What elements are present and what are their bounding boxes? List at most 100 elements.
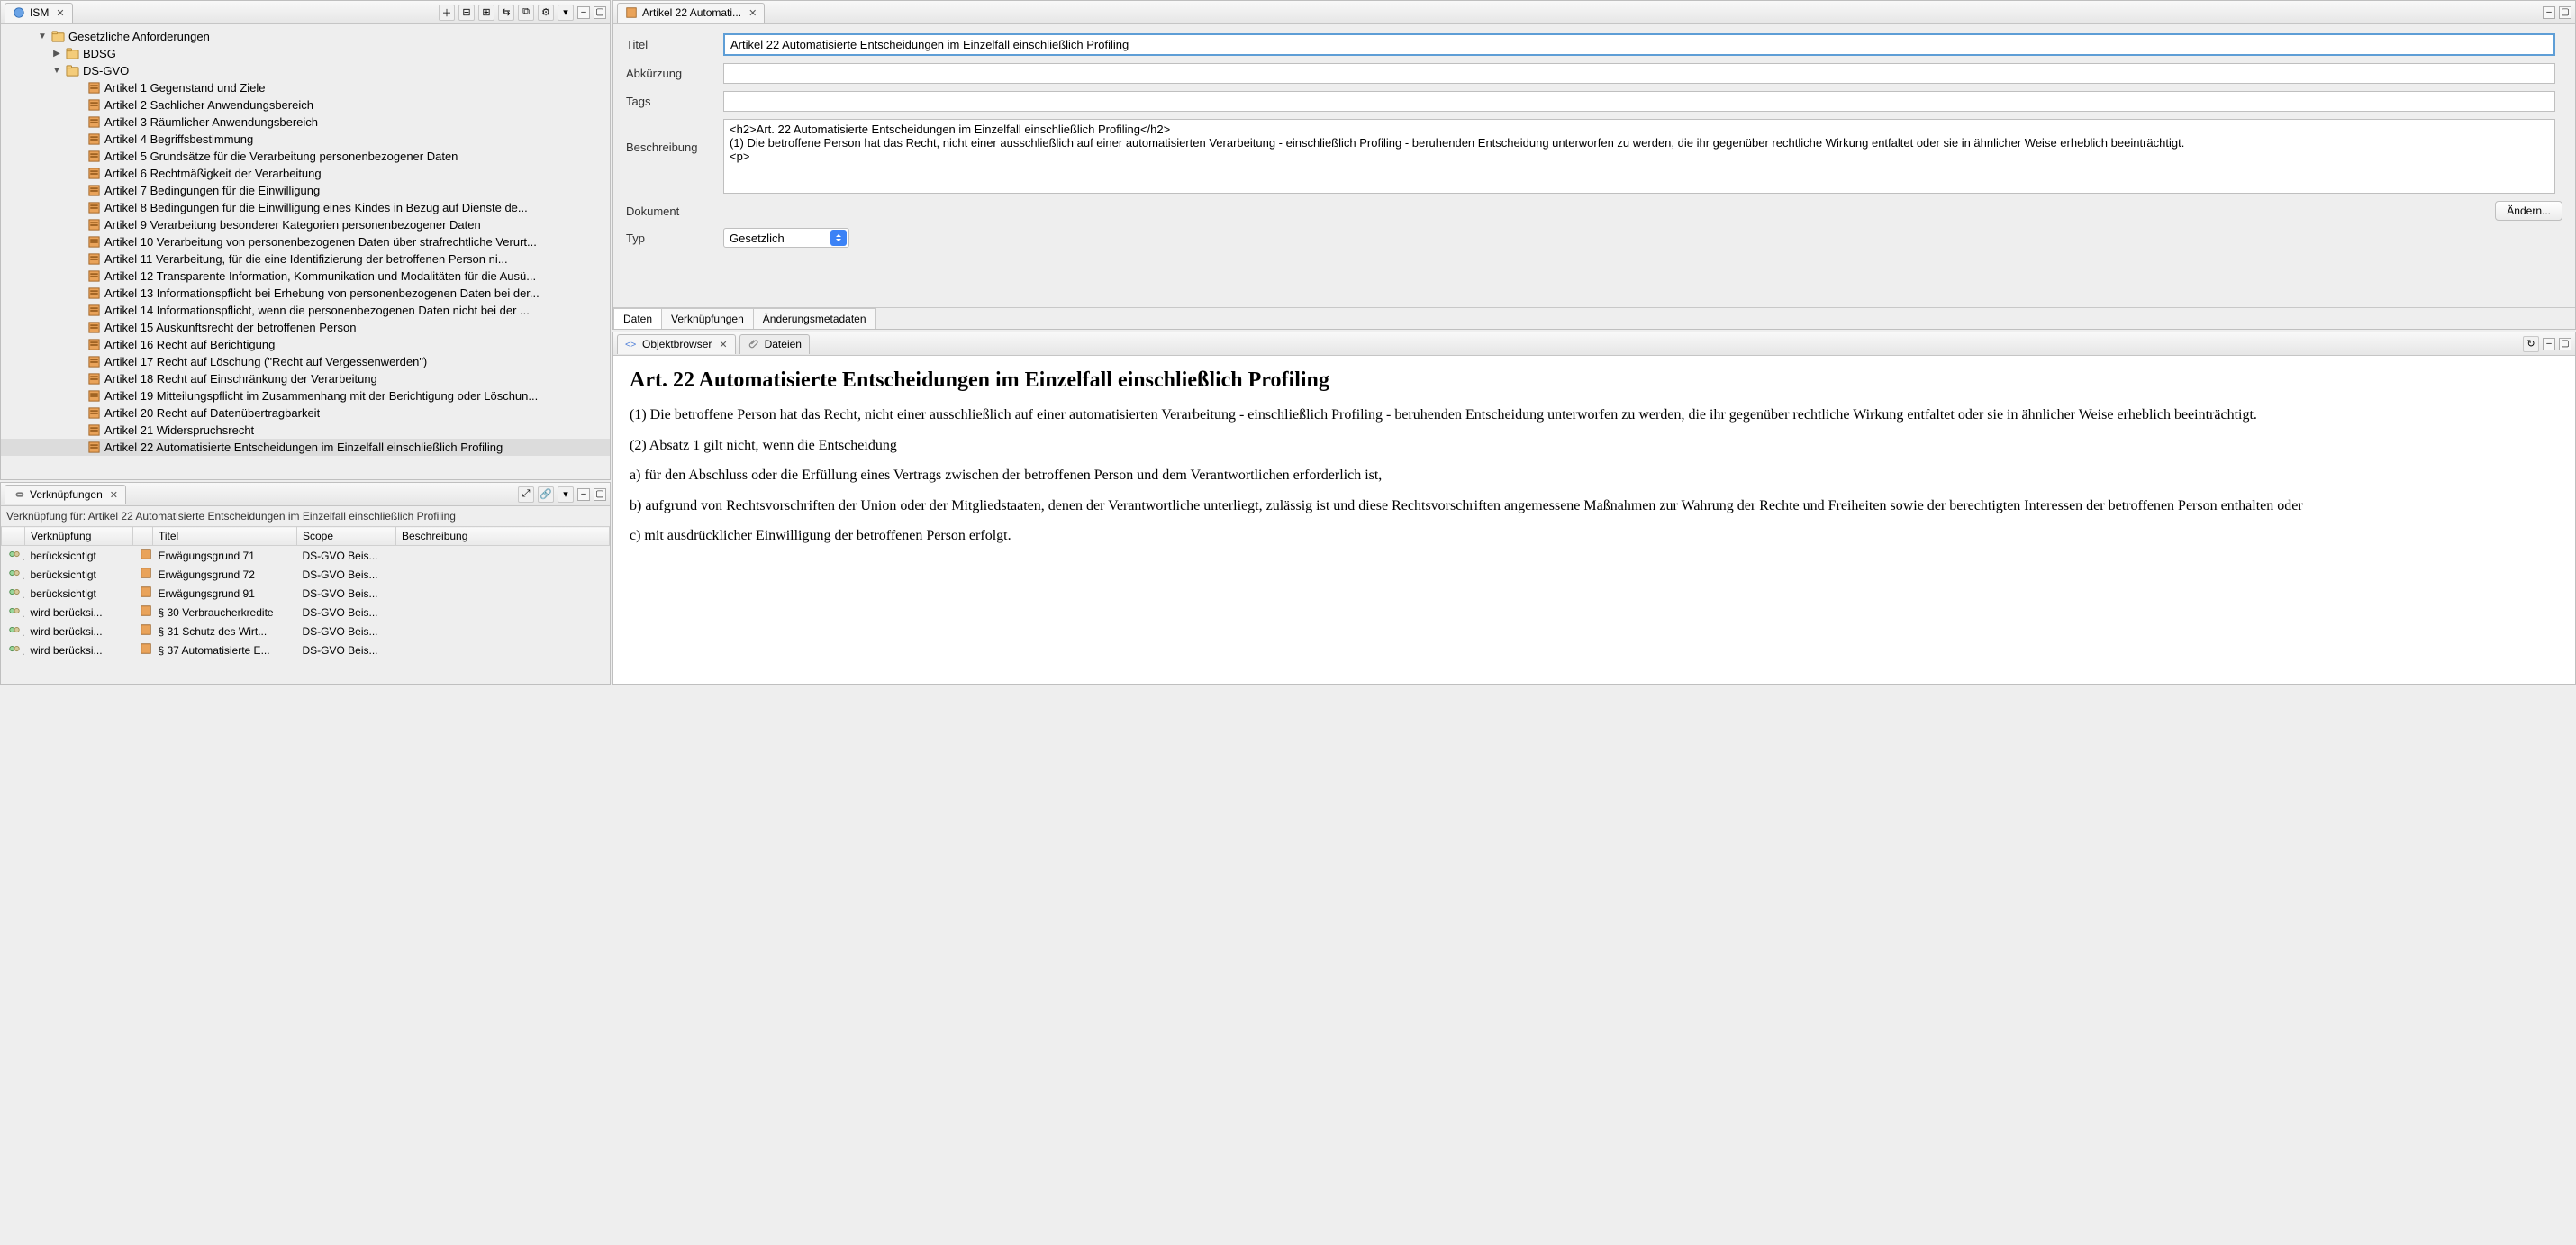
- bottom-tab[interactable]: Daten: [613, 308, 662, 329]
- table-row[interactable]: wird berücksi...§ 30 VerbraucherkrediteD…: [2, 603, 610, 622]
- tree-node-article[interactable]: Artikel 21 Widerspruchsrecht: [1, 422, 610, 439]
- document-icon: [87, 132, 101, 146]
- tree-node-article[interactable]: Artikel 5 Grundsätze für die Verarbeitun…: [1, 148, 610, 165]
- tab-editor[interactable]: Artikel 22 Automati... ✕: [617, 3, 765, 23]
- tree-node-article[interactable]: Artikel 8 Bedingungen für die Einwilligu…: [1, 199, 610, 216]
- tree-node-article[interactable]: Artikel 17 Recht auf Löschung ("Recht au…: [1, 353, 610, 370]
- tree-node-article[interactable]: Artikel 7 Bedingungen für die Einwilligu…: [1, 182, 610, 199]
- tree-label: Artikel 8 Bedingungen für die Einwilligu…: [104, 201, 528, 214]
- cell-link: berücksichtigt: [25, 584, 133, 603]
- tags-input[interactable]: [723, 91, 2555, 112]
- ob-paragraph: c) mit ausdrücklicher Einwilligung der b…: [630, 526, 2559, 546]
- col-desc[interactable]: Beschreibung: [396, 527, 610, 546]
- beschr-input[interactable]: [723, 119, 2555, 194]
- minimize-icon[interactable]: –: [577, 488, 590, 501]
- tab-links[interactable]: Verknüpfungen ✕: [5, 485, 126, 504]
- tree-node-article[interactable]: Artikel 2 Sachlicher Anwendungsbereich: [1, 96, 610, 114]
- tree-node-article[interactable]: Artikel 9 Verarbeitung besonderer Katego…: [1, 216, 610, 233]
- tree-node-article[interactable]: Artikel 13 Informationspflicht bei Erheb…: [1, 285, 610, 302]
- maximize-icon[interactable]: ▢: [594, 488, 606, 501]
- tree-label: Artikel 19 Mitteilungspflicht im Zusamme…: [104, 389, 538, 403]
- relation-icon: [7, 567, 22, 582]
- toolbar-new-icon[interactable]: ＋: [439, 5, 455, 21]
- toolbar-sync-icon[interactable]: ⇆: [498, 5, 514, 21]
- tree-node[interactable]: ▼DS-GVO: [1, 62, 610, 79]
- toolbar-link-icon[interactable]: 🔗: [538, 486, 554, 503]
- aendern-button[interactable]: Ändern...: [2495, 201, 2562, 221]
- editor-tabbar: Artikel 22 Automati... ✕ – ▢: [613, 1, 2575, 24]
- close-icon[interactable]: ✕: [56, 7, 64, 19]
- tree-node[interactable]: ▶BDSG: [1, 45, 610, 62]
- toolbar-settings-icon[interactable]: ⚙: [538, 5, 554, 21]
- tab-files[interactable]: Dateien: [739, 334, 810, 354]
- toolbar-menu-icon[interactable]: ▾: [558, 5, 574, 21]
- tab-objbrowser[interactable]: <> Objektbrowser ✕: [617, 334, 736, 354]
- minimize-icon[interactable]: –: [577, 6, 590, 19]
- tree-node-root[interactable]: ▼Gesetzliche Anforderungen: [1, 28, 610, 45]
- chevron-icon[interactable]: ▼: [51, 66, 62, 76]
- typ-select[interactable]: Gesetzlich: [723, 228, 849, 248]
- tree-node-article[interactable]: Artikel 4 Begriffsbestimmung: [1, 131, 610, 148]
- maximize-icon[interactable]: ▢: [2559, 6, 2571, 19]
- code-icon: <>: [625, 338, 638, 350]
- document-icon: [87, 321, 101, 334]
- tab-editor-label: Artikel 22 Automati...: [642, 6, 741, 19]
- toolbar-expand-icon[interactable]: ⊞: [478, 5, 494, 21]
- svg-text:<>: <>: [625, 340, 636, 350]
- toolbar-refresh-icon[interactable]: ↻: [2523, 336, 2539, 352]
- relation-icon: [7, 548, 22, 563]
- col-title[interactable]: Titel: [153, 527, 297, 546]
- tree-node-article[interactable]: Artikel 12 Transparente Information, Kom…: [1, 268, 610, 285]
- tree-node-article[interactable]: Artikel 14 Informationspflicht, wenn die…: [1, 302, 610, 319]
- col-link[interactable]: Verknüpfung: [25, 527, 133, 546]
- chevron-icon[interactable]: ▶: [51, 49, 62, 59]
- tree-label: Artikel 4 Begriffsbestimmung: [104, 132, 253, 146]
- document-icon: [87, 441, 101, 454]
- toolbar-menu-icon[interactable]: ▾: [558, 486, 574, 503]
- col-scope[interactable]: Scope: [297, 527, 396, 546]
- maximize-icon[interactable]: ▢: [594, 6, 606, 19]
- document-icon: [87, 218, 101, 232]
- table-row[interactable]: wird berücksi...§ 37 Automatisierte E...…: [2, 641, 610, 659]
- table-row[interactable]: wird berücksi...§ 31 Schutz des Wirt...D…: [2, 622, 610, 641]
- minimize-icon[interactable]: –: [2543, 338, 2555, 350]
- tab-ism[interactable]: ISM ✕: [5, 3, 73, 23]
- titel-input[interactable]: [723, 33, 2555, 56]
- cell-scope: DS-GVO Beis...: [297, 641, 396, 659]
- toolbar-filter-icon[interactable]: ⧉: [518, 5, 534, 21]
- close-icon[interactable]: ✕: [748, 7, 757, 19]
- tree-node-article[interactable]: Artikel 1 Gegenstand und Ziele: [1, 79, 610, 96]
- bottom-tab[interactable]: Verknüpfungen: [661, 308, 754, 329]
- beschr-label: Beschreibung: [626, 119, 716, 154]
- close-icon[interactable]: ✕: [110, 489, 118, 501]
- tree-node-article[interactable]: Artikel 22 Automatisierte Entscheidungen…: [1, 439, 610, 456]
- cell-desc: [396, 565, 610, 584]
- tree-node-article[interactable]: Artikel 16 Recht auf Berichtigung: [1, 336, 610, 353]
- minimize-icon[interactable]: –: [2543, 6, 2555, 19]
- tree-node-article[interactable]: Artikel 18 Recht auf Einschränkung der V…: [1, 370, 610, 387]
- tree-node-article[interactable]: Artikel 6 Rechtmäßigkeit der Verarbeitun…: [1, 165, 610, 182]
- table-row[interactable]: berücksichtigtErwägungsgrund 71DS-GVO Be…: [2, 546, 610, 566]
- toolbar-collapse-icon[interactable]: ⊟: [458, 5, 475, 21]
- close-icon[interactable]: ✕: [719, 339, 727, 350]
- tree-node-article[interactable]: Artikel 19 Mitteilungspflicht im Zusamme…: [1, 387, 610, 404]
- tree-label: Artikel 13 Informationspflicht bei Erheb…: [104, 286, 540, 300]
- bottom-tab[interactable]: Änderungsmetadaten: [753, 308, 876, 329]
- maximize-icon[interactable]: ▢: [2559, 338, 2571, 350]
- tree-node-article[interactable]: Artikel 3 Räumlicher Anwendungsbereich: [1, 114, 610, 131]
- ism-tree[interactable]: ▼Gesetzliche Anforderungen▶BDSG▼DS-GVOAr…: [1, 24, 610, 479]
- abk-input[interactable]: [723, 63, 2555, 84]
- tree-node-article[interactable]: Artikel 10 Verarbeitung von personenbezo…: [1, 233, 610, 250]
- chevron-down-icon[interactable]: ▼: [37, 32, 48, 41]
- folder-icon: [51, 30, 65, 43]
- tree-label: Artikel 9 Verarbeitung besonderer Katego…: [104, 218, 481, 232]
- tree-node-article[interactable]: Artikel 20 Recht auf Datenübertragbarkei…: [1, 404, 610, 422]
- cell-link: wird berücksi...: [25, 603, 133, 622]
- document-icon: [87, 235, 101, 249]
- toolbar-expand-icon[interactable]: ⤢: [518, 486, 534, 503]
- document-icon: [139, 567, 153, 582]
- tree-node-article[interactable]: Artikel 11 Verarbeitung, für die eine Id…: [1, 250, 610, 268]
- table-row[interactable]: berücksichtigtErwägungsgrund 91DS-GVO Be…: [2, 584, 610, 603]
- table-row[interactable]: berücksichtigtErwägungsgrund 72DS-GVO Be…: [2, 565, 610, 584]
- tree-node-article[interactable]: Artikel 15 Auskunftsrecht der betroffene…: [1, 319, 610, 336]
